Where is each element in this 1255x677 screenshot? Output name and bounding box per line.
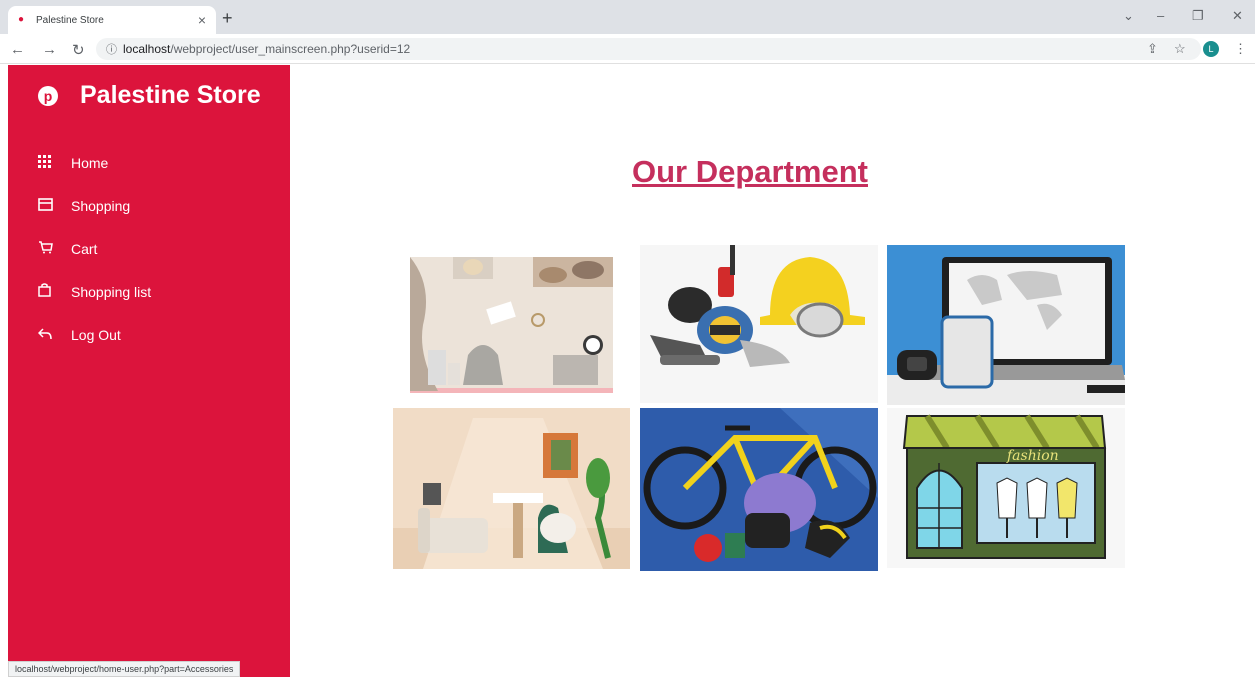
bookmark-star-icon[interactable]: ☆ — [1174, 41, 1186, 57]
minimize-icon[interactable]: – — [1157, 8, 1164, 23]
tab-close-icon[interactable]: × — [198, 12, 206, 28]
sidebar-item-shopping-list[interactable]: Shopping list — [38, 270, 151, 313]
sports-image — [640, 408, 878, 571]
sidebar-item-log-out[interactable]: Log Out — [37, 313, 151, 356]
page-title: Our Department — [632, 154, 868, 189]
sidebar-item-shopping[interactable]: Shopping — [38, 184, 151, 227]
safety-equipment-image — [640, 245, 878, 403]
furniture-image — [393, 408, 630, 569]
sidebar-item-label: Shopping list — [71, 283, 152, 300]
department-fashion[interactable]: fashion — [887, 408, 1125, 568]
window-close-icon[interactable]: ✕ — [1232, 8, 1243, 24]
url-host: localhost — [123, 42, 171, 56]
new-tab-button[interactable]: + — [222, 8, 233, 29]
brand-name: Palestine Store — [80, 81, 261, 109]
address-bar[interactable]: ⓘ localhost /webproject/user_mainscreen.… — [96, 38, 1201, 60]
sidebar-item-home[interactable]: Home — [38, 141, 151, 184]
accessories-image — [410, 257, 613, 393]
department-furniture[interactable] — [393, 408, 630, 569]
sidebar-item-label: Home — [71, 154, 109, 171]
site-info-icon[interactable]: ⓘ — [106, 41, 117, 57]
url-path: /webproject/user_mainscreen.php?userid=1… — [170, 42, 411, 56]
grid-icon — [38, 154, 71, 171]
cart-icon — [38, 240, 71, 257]
department-sports[interactable] — [640, 408, 878, 571]
share-icon[interactable]: ⇪ — [1147, 41, 1158, 57]
forward-icon[interactable]: → — [42, 41, 57, 58]
tab-title: Palestine Store — [36, 14, 104, 26]
sidebar-item-cart[interactable]: Cart — [38, 227, 151, 270]
logout-icon — [37, 327, 71, 343]
svg-text:fashion: fashion — [1006, 448, 1059, 464]
favicon-icon: ● — [18, 14, 25, 25]
tab-strip: ● Palestine Store × + ⌄ – ❐ ✕ — [0, 0, 1255, 34]
sidebar: p Palestine Store Home Shopping Cart Sho… — [8, 65, 290, 677]
sidebar-menu: Home Shopping Cart Shopping list Log Out — [37, 141, 151, 356]
department-safety[interactable] — [640, 245, 878, 403]
back-icon[interactable]: ← — [10, 41, 25, 58]
sidebar-item-label: Log Out — [71, 326, 121, 343]
restore-icon[interactable]: ❐ — [1192, 8, 1204, 24]
status-bar: localhost/webproject/home-user.php?part=… — [8, 661, 241, 677]
reload-icon[interactable]: ↻ — [72, 41, 85, 59]
menu-kebab-icon[interactable]: ⋮ — [1234, 41, 1247, 57]
bag-icon — [38, 283, 71, 300]
profile-avatar[interactable]: L — [1203, 41, 1219, 57]
department-accessories[interactable] — [393, 245, 630, 403]
fashion-store-image: fashion — [887, 408, 1125, 568]
brand[interactable]: p Palestine Store — [38, 81, 261, 110]
department-electronics[interactable] — [887, 245, 1125, 405]
sidebar-item-label: Shopping — [71, 197, 131, 214]
tab-search-icon[interactable]: ⌄ — [1123, 8, 1134, 24]
browser-tab[interactable]: ● Palestine Store × — [8, 6, 216, 34]
electronics-image — [887, 245, 1125, 405]
browser-toolbar: ← → ↻ ⓘ localhost /webproject/user_mains… — [0, 34, 1255, 64]
pinterest-logo-icon: p — [38, 85, 58, 106]
sidebar-item-label: Cart — [71, 240, 98, 257]
store-icon — [38, 197, 71, 214]
